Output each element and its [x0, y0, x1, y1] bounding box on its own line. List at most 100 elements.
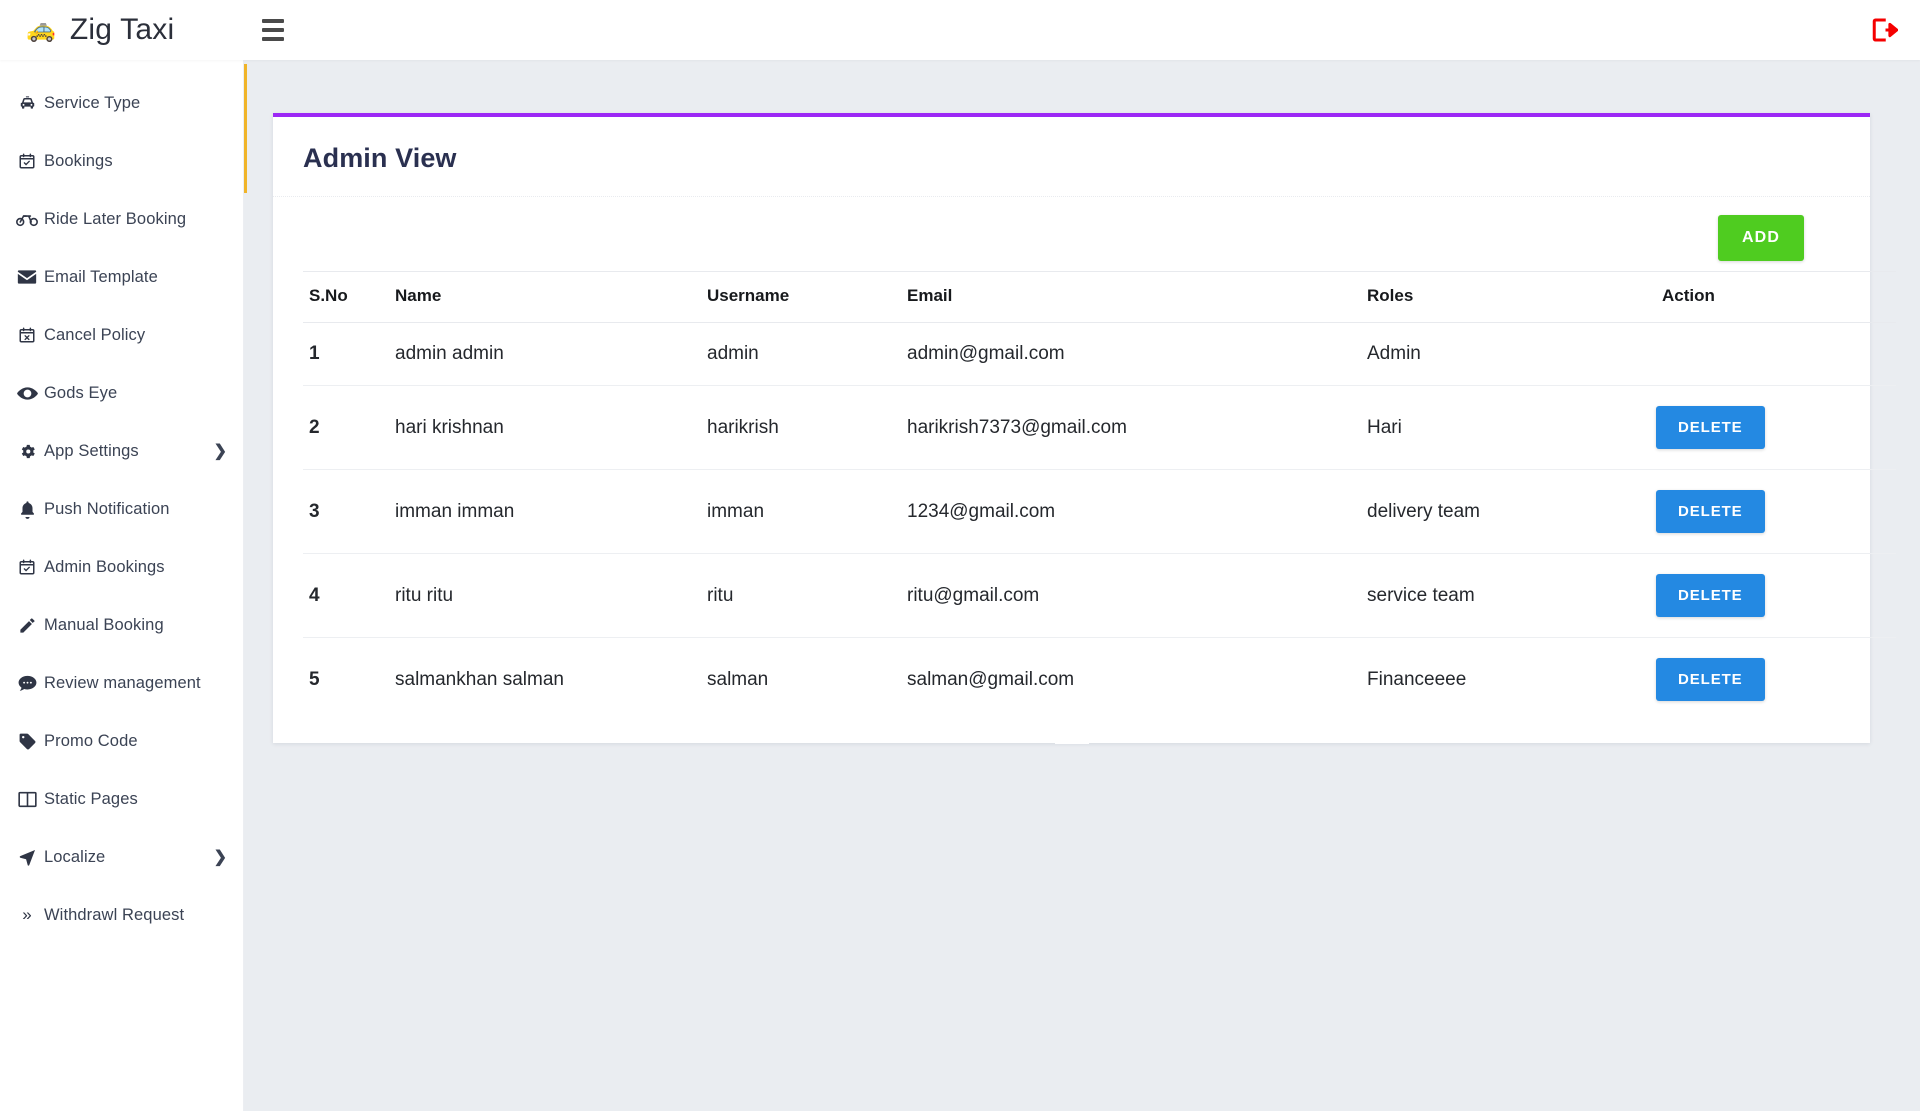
- pencil-icon: [10, 616, 44, 635]
- calendar-check-icon: [10, 558, 44, 576]
- sidebar-item-static-pages[interactable]: Static Pages: [0, 770, 243, 828]
- cell-sno: 5: [309, 668, 320, 690]
- card-body: ADD S.No Name Username Email Roles Actio…: [273, 197, 1896, 744]
- location-arrow-icon: [10, 848, 44, 867]
- cell-action: DELETE: [1656, 385, 1896, 470]
- cell-name: imman imman: [389, 469, 701, 554]
- add-button[interactable]: ADD: [1718, 215, 1804, 261]
- sidebar-item-push-notification[interactable]: Push Notification: [0, 480, 243, 538]
- calendar-x-icon: [10, 326, 44, 344]
- column-header-email: Email: [901, 271, 1361, 323]
- calendar-check-icon: [10, 152, 44, 170]
- cell-username: ritu: [701, 553, 901, 638]
- sidebar-item-admin-bookings[interactable]: Admin Bookings: [0, 538, 243, 596]
- delete-button[interactable]: DELETE: [1656, 658, 1765, 701]
- sidebar-item-email-template[interactable]: Email Template: [0, 248, 243, 306]
- cell-name: ritu ritu: [389, 553, 701, 638]
- sidebar-item-label: Push Notification: [44, 499, 170, 518]
- cell-roles: Financeeee: [1367, 668, 1467, 690]
- sidebar-item-gods-eye[interactable]: Gods Eye: [0, 364, 243, 422]
- sidebar-item-label: Manual Booking: [44, 615, 164, 634]
- cell-username: admin: [701, 322, 901, 386]
- sidebar-item-label: Gods Eye: [44, 383, 118, 402]
- table-toolbar: ADD: [303, 215, 1840, 271]
- sidebar-item-localize[interactable]: Localize ❯: [0, 828, 243, 886]
- cell-name: salmankhan salman: [395, 668, 564, 690]
- card-resize-handle[interactable]: [1054, 733, 1089, 744]
- sidebar-item-withdrawl-request[interactable]: » Withdrawl Request: [0, 886, 243, 944]
- sidebar-item-manual-booking[interactable]: Manual Booking: [0, 596, 243, 654]
- sidebar-item-label: Static Pages: [44, 789, 138, 808]
- cell-email: salman@gmail.com: [907, 668, 1075, 690]
- table-body: 1 admin admin admin admin@gmail.com Admi…: [303, 322, 1896, 722]
- admin-users-table: S.No Name Username Email Roles Action 1 …: [303, 271, 1896, 721]
- delete-button[interactable]: DELETE: [1656, 406, 1765, 449]
- bell-icon: [10, 500, 44, 519]
- taxi-icon: 🚕: [26, 16, 56, 43]
- hamburger-icon[interactable]: [256, 13, 290, 47]
- eye-icon: [10, 386, 44, 401]
- column-header-action: Action: [1656, 271, 1896, 323]
- page-title: Admin View: [303, 143, 457, 173]
- sidebar-item-app-settings[interactable]: App Settings ❯: [0, 422, 243, 480]
- cell-username: salman: [707, 668, 769, 690]
- sidebar-item-ride-later-booking[interactable]: Ride Later Booking: [0, 190, 243, 248]
- column-header-roles: Roles: [1361, 271, 1656, 323]
- sidebar-item-label: Ride Later Booking: [44, 209, 187, 228]
- sidebar-item-label: Email Template: [44, 267, 158, 286]
- bicycle-icon: [10, 210, 44, 228]
- hamburger-bar: [262, 19, 284, 23]
- column-header-name: Name: [389, 271, 701, 323]
- cell-email: admin@gmail.com: [901, 322, 1361, 386]
- cell-username: imman: [701, 469, 901, 554]
- cell-action: [1656, 322, 1896, 386]
- column-header-username: Username: [701, 271, 901, 323]
- table-row: 2 hari krishnan harikrish harikrish7373@…: [303, 385, 1896, 470]
- column-header-sno: S.No: [303, 271, 389, 323]
- brand[interactable]: 🚕 Zig Taxi: [0, 13, 244, 47]
- cell-sno: 3: [303, 469, 389, 554]
- cell-sno: 2: [303, 385, 389, 470]
- sidebar-item-cancel-policy[interactable]: Cancel Policy: [0, 306, 243, 364]
- cell-roles: Admin: [1361, 322, 1656, 386]
- cell-sno: 4: [303, 553, 389, 638]
- sidebar-item-label: Admin Bookings: [44, 557, 165, 576]
- chevron-right-icon[interactable]: ❯: [214, 847, 227, 867]
- sidebar-item-label: App Settings: [44, 441, 139, 460]
- cell-roles: service team: [1361, 553, 1656, 638]
- logout-icon[interactable]: [1868, 15, 1899, 45]
- cell-action: DELETE: [1656, 638, 1896, 722]
- cell-roles: Hari: [1361, 385, 1656, 470]
- tag-icon: [10, 732, 44, 751]
- cell-name: hari krishnan: [389, 385, 701, 470]
- table-row: 5 salmankhan salman salman salman@gmail.…: [303, 638, 1896, 722]
- table-header-row: S.No Name Username Email Roles Action: [303, 271, 1896, 323]
- brand-title: Zig Taxi: [69, 13, 175, 46]
- sidebar-item-bookings[interactable]: Bookings: [0, 132, 243, 190]
- admin-view-card: Admin View ADD S.No Name Username Email …: [273, 113, 1896, 744]
- sidebar-item-label: Cancel Policy: [44, 325, 146, 344]
- hamburger-bar: [262, 37, 284, 41]
- sidebar-item-label: Service Type: [44, 93, 141, 112]
- table-row: 1 admin admin admin admin@gmail.com Admi…: [303, 322, 1896, 386]
- cell-email: harikrish7373@gmail.com: [901, 385, 1361, 470]
- cell-action: DELETE: [1656, 469, 1896, 554]
- top-header-bar: 🚕 Zig Taxi: [0, 0, 1920, 60]
- cell-roles: delivery team: [1361, 469, 1656, 554]
- sidebar-item-review-management[interactable]: Review management: [0, 654, 243, 712]
- sidebar-item-promo-code[interactable]: Promo Code: [0, 712, 243, 770]
- cell-email: ritu@gmail.com: [901, 553, 1361, 638]
- taxi-icon: [10, 94, 44, 113]
- envelope-icon: [10, 269, 44, 285]
- sidebar-item-service-type[interactable]: Service Type: [0, 74, 243, 132]
- delete-button[interactable]: DELETE: [1656, 574, 1765, 617]
- angle-double-right-icon: »: [22, 905, 32, 924]
- comment-icon: [10, 675, 44, 692]
- chevron-right-icon[interactable]: ❯: [214, 441, 227, 461]
- columns-icon: [10, 791, 44, 808]
- cell-username: harikrish: [701, 385, 901, 470]
- cell-sno: 1: [303, 322, 389, 386]
- delete-button[interactable]: DELETE: [1656, 490, 1765, 533]
- sidebar-item-label: Localize: [44, 847, 106, 866]
- table-row: 4 ritu ritu ritu ritu@gmail.com service …: [303, 553, 1896, 638]
